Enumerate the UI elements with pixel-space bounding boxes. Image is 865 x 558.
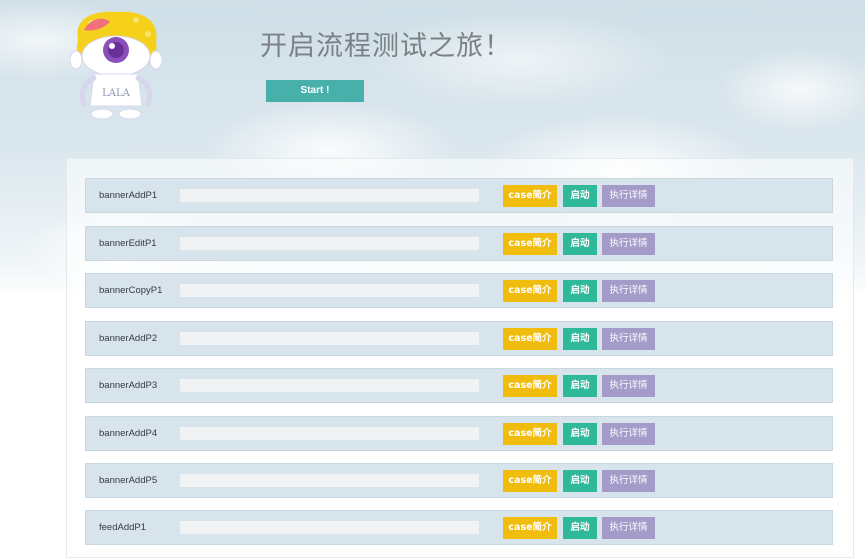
run-button[interactable]: 启动 [563,423,597,445]
case-intro-button[interactable]: case简介 [503,280,557,302]
case-input[interactable] [180,189,479,202]
case-row: bannerAddP4 case简介 启动 执行详情 [85,416,833,451]
execution-details-button[interactable]: 执行详情 [602,233,655,255]
case-row: bannerCopyP1 case简介 启动 执行详情 [85,273,833,308]
case-name: bannerAddP3 [99,380,158,391]
case-intro-button[interactable]: case简介 [503,233,557,255]
case-intro-button[interactable]: case简介 [503,517,557,539]
page-title: 开启流程测试之旅！ [260,31,512,62]
run-button[interactable]: 启动 [563,375,597,397]
case-row: bannerEditP1 case简介 启动 执行详情 [85,226,833,261]
case-input[interactable] [180,521,479,534]
svg-text:LALA: LALA [102,88,131,99]
case-name: feedAddP1 [99,522,147,533]
case-list-panel [66,158,854,558]
run-button[interactable]: 启动 [563,470,597,492]
case-row: bannerAddP2 case简介 启动 执行详情 [85,321,833,356]
run-button[interactable]: 启动 [563,280,597,302]
case-name: bannerAddP5 [99,475,158,486]
case-name: bannerCopyP1 [99,285,163,296]
case-name: bannerAddP4 [99,428,158,439]
case-intro-button[interactable]: case简介 [503,470,557,492]
case-input[interactable] [180,237,479,250]
execution-details-button[interactable]: 执行详情 [602,185,655,207]
case-intro-button[interactable]: case简介 [503,423,557,445]
case-intro-button[interactable]: case简介 [503,375,557,397]
execution-details-button[interactable]: 执行详情 [602,470,655,492]
case-input[interactable] [180,474,479,487]
case-row: bannerAddP3 case简介 启动 执行详情 [85,368,833,403]
case-name: bannerEditP1 [99,238,157,249]
execution-details-button[interactable]: 执行详情 [602,423,655,445]
case-input[interactable] [180,332,479,345]
run-button[interactable]: 启动 [563,328,597,350]
run-button[interactable]: 启动 [563,233,597,255]
case-row: bannerAddP1 case简介 启动 执行详情 [85,178,833,213]
start-button[interactable]: Start ! [266,80,364,102]
execution-details-button[interactable]: 执行详情 [602,280,655,302]
execution-details-button[interactable]: 执行详情 [602,328,655,350]
case-name: bannerAddP1 [99,190,158,201]
case-row: feedAddP1 case简介 启动 执行详情 [85,510,833,545]
case-input[interactable] [180,379,479,392]
case-row: bannerAddP5 case简介 启动 执行详情 [85,463,833,498]
case-name: bannerAddP2 [99,333,158,344]
mascot-logo: LALA [70,11,162,120]
execution-details-button[interactable]: 执行详情 [602,517,655,539]
run-button[interactable]: 启动 [563,185,597,207]
case-input[interactable] [180,427,479,440]
execution-details-button[interactable]: 执行详情 [602,375,655,397]
run-button[interactable]: 启动 [563,517,597,539]
case-intro-button[interactable]: case简介 [503,185,557,207]
case-input[interactable] [180,284,479,297]
case-intro-button[interactable]: case简介 [503,328,557,350]
